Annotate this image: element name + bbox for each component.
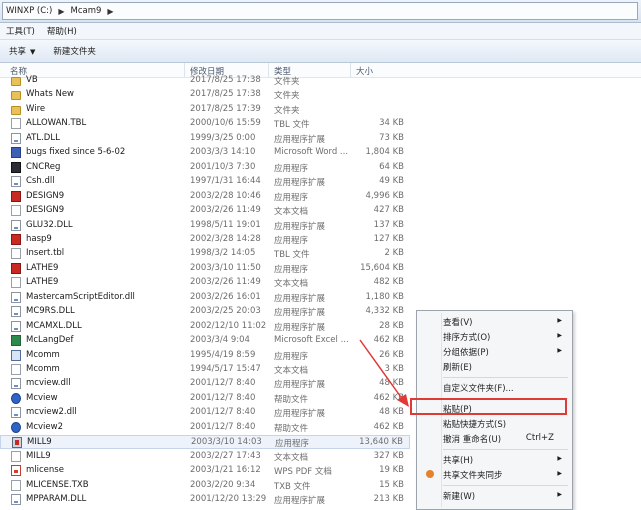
menu-item-shared-folder-sync[interactable]: 共享文件夹同步 ▶ (419, 467, 570, 482)
menu-separator (443, 449, 568, 450)
menu-item-undo-rename-label: 撤消 重命名(U) (443, 435, 502, 445)
menu-item-customize-folder[interactable]: 自定义文件夹(F)... (419, 380, 570, 395)
menu-item-view[interactable]: 查看(V) ▶ (419, 314, 570, 329)
sync-icon (426, 470, 434, 478)
submenu-arrow-icon: ▶ (557, 332, 562, 339)
paste-highlight-box (410, 398, 567, 415)
menu-item-new[interactable]: 新建(W) ▶ (419, 488, 570, 503)
submenu-arrow-icon: ▶ (557, 491, 562, 498)
menu-item-sort-by[interactable]: 排序方式(O) ▶ (419, 329, 570, 344)
menu-item-paste-shortcut[interactable]: 粘贴快捷方式(S) (419, 416, 570, 431)
submenu-arrow-icon: ▶ (557, 470, 562, 477)
submenu-arrow-icon: ▶ (557, 317, 562, 324)
menu-item-new-label: 新建(W) (443, 492, 476, 502)
menu-item-undo-rename[interactable]: 撤消 重命名(U) Ctrl+Z (419, 431, 570, 446)
menu-item-refresh[interactable]: 刷新(E) (419, 359, 570, 374)
menu-item-customize-folder-label: 自定义文件夹(F)... (443, 384, 514, 394)
menu-item-shared-folder-sync-label: 共享文件夹同步 (443, 471, 503, 481)
submenu-arrow-icon: ▶ (557, 455, 562, 462)
menu-item-refresh-label: 刷新(E) (443, 363, 473, 373)
menu-item-share-with-label: 共享(H) (443, 456, 474, 466)
shortcut-hint: Ctrl+Z (525, 433, 554, 443)
menu-item-paste-shortcut-label: 粘贴快捷方式(S) (443, 420, 507, 430)
menu-item-sort-by-label: 排序方式(O) (443, 333, 491, 343)
submenu-arrow-icon: ▶ (557, 347, 562, 354)
menu-item-group-by-label: 分组依据(P) (443, 348, 489, 358)
menu-separator (443, 377, 568, 378)
menu-item-group-by[interactable]: 分组依据(P) ▶ (419, 344, 570, 359)
menu-item-view-label: 查看(V) (443, 318, 473, 328)
menu-separator (443, 485, 568, 486)
menu-item-share-with[interactable]: 共享(H) ▶ (419, 452, 570, 467)
